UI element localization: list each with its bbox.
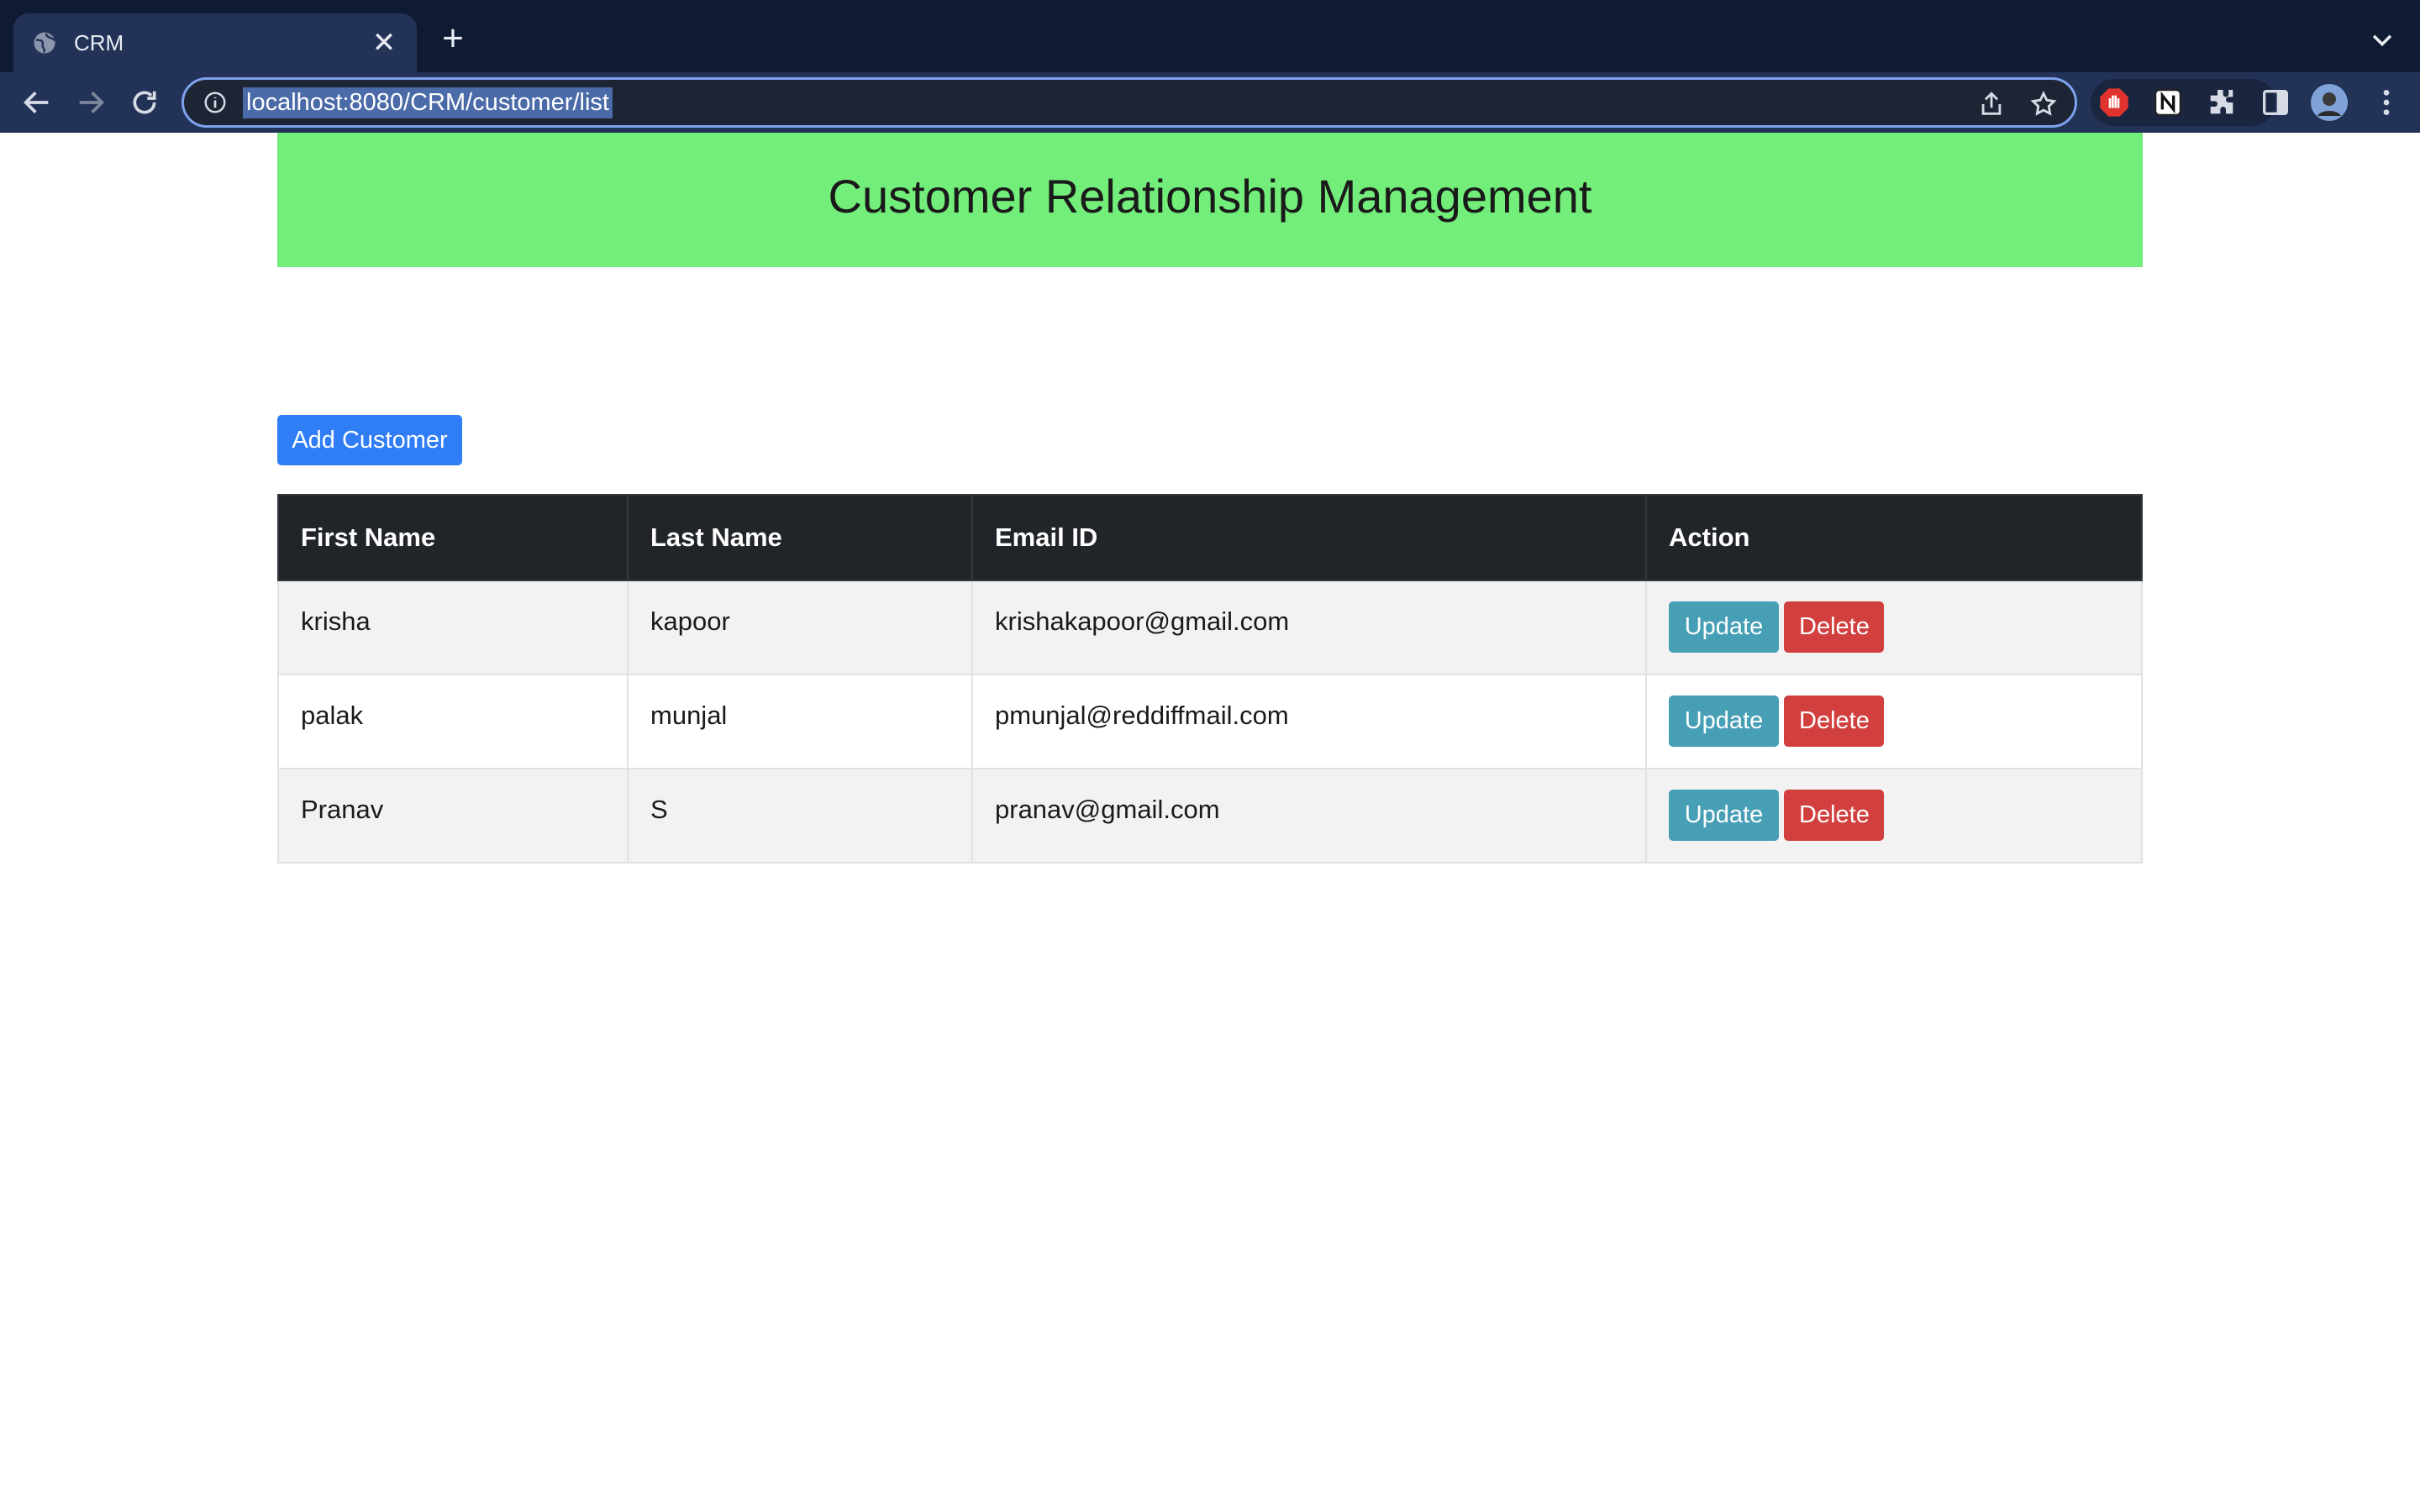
delete-button[interactable]: Delete bbox=[1784, 790, 1884, 841]
chevron-down-icon[interactable] bbox=[2368, 25, 2396, 54]
cell-action: Update Delete bbox=[1645, 768, 2143, 864]
add-customer-button[interactable]: Add Customer bbox=[277, 415, 462, 465]
url-text[interactable]: localhost:8080/CRM/customer/list bbox=[243, 87, 613, 118]
table-row: Pranav S pranav@gmail.com Update Delete bbox=[277, 768, 2143, 864]
profile-avatar[interactable] bbox=[2309, 82, 2349, 123]
close-tab-icon[interactable]: ✕ bbox=[370, 29, 398, 57]
ad-blocker-extension-icon[interactable] bbox=[2097, 86, 2131, 119]
notion-extension-icon[interactable] bbox=[2151, 86, 2185, 119]
delete-button[interactable]: Delete bbox=[1784, 696, 1884, 747]
page-header: Customer Relationship Management bbox=[277, 133, 2143, 267]
forward-icon[interactable] bbox=[74, 86, 108, 119]
share-icon[interactable] bbox=[1977, 90, 2006, 118]
back-icon[interactable] bbox=[20, 86, 54, 119]
browser-tab[interactable]: CRM ✕ bbox=[13, 13, 417, 72]
kebab-menu-icon[interactable] bbox=[2370, 86, 2403, 119]
table-header-row: First Name Last Name Email ID Action bbox=[277, 494, 2143, 581]
globe-icon bbox=[34, 32, 56, 54]
update-button[interactable]: Update bbox=[1669, 790, 1779, 841]
bookmark-star-icon[interactable] bbox=[2029, 90, 2058, 118]
cell-last-name: S bbox=[627, 768, 973, 864]
page-title: Customer Relationship Management bbox=[828, 169, 1592, 223]
table-row: krisha kapoor krishakapoor@gmail.com Upd… bbox=[277, 580, 2143, 675]
delete-button[interactable]: Delete bbox=[1784, 601, 1884, 653]
cell-action: Update Delete bbox=[1645, 580, 2143, 675]
reload-icon[interactable] bbox=[128, 86, 161, 119]
cell-email: pranav@gmail.com bbox=[971, 768, 1647, 864]
update-button[interactable]: Update bbox=[1669, 601, 1779, 653]
side-panel-icon[interactable] bbox=[2259, 86, 2292, 119]
cell-last-name: kapoor bbox=[627, 580, 973, 675]
cell-first-name: Pranav bbox=[277, 768, 629, 864]
table-row: palak munjal pmunjal@reddiffmail.com Upd… bbox=[277, 674, 2143, 769]
column-header-last-name: Last Name bbox=[627, 494, 973, 581]
update-button[interactable]: Update bbox=[1669, 696, 1779, 747]
column-header-first-name: First Name bbox=[277, 494, 629, 581]
new-tab-button[interactable]: + bbox=[437, 20, 469, 57]
customer-table: First Name Last Name Email ID Action kri… bbox=[277, 494, 2143, 864]
browser-toolbar: localhost:8080/CRM/customer/list bbox=[0, 72, 2420, 133]
column-header-email: Email ID bbox=[971, 494, 1647, 581]
browser-tab-bar: CRM ✕ + bbox=[0, 0, 2420, 72]
cell-first-name: krisha bbox=[277, 580, 629, 675]
cell-last-name: munjal bbox=[627, 674, 973, 769]
column-header-action: Action bbox=[1645, 494, 2143, 581]
tab-title: CRM bbox=[74, 29, 124, 55]
info-icon[interactable] bbox=[203, 90, 228, 115]
address-bar[interactable]: localhost:8080/CRM/customer/list bbox=[182, 77, 2077, 128]
cell-first-name: palak bbox=[277, 674, 629, 769]
cell-action: Update Delete bbox=[1645, 674, 2143, 769]
cell-email: pmunjal@reddiffmail.com bbox=[971, 674, 1647, 769]
cell-email: krishakapoor@gmail.com bbox=[971, 580, 1647, 675]
extensions-puzzle-icon[interactable] bbox=[2205, 86, 2238, 119]
